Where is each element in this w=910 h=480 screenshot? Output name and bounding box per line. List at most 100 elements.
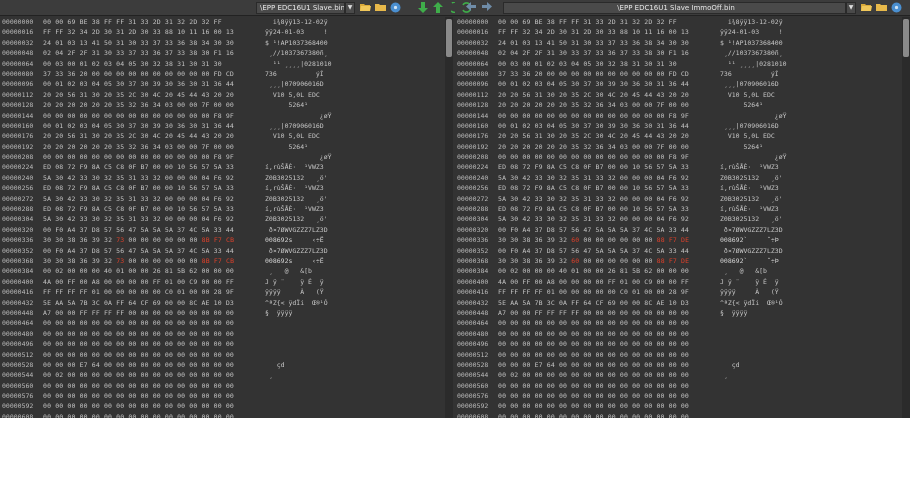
hex-byte[interactable]: 00 bbox=[153, 257, 165, 265]
row-ascii[interactable]: í,rùŠÅÈ· ¹VWZ3 bbox=[265, 162, 324, 172]
row-hex-bytes[interactable]: 5A 30 42 33 30 32 35 31 33 32 00 00 00 0… bbox=[43, 173, 234, 183]
row-ascii[interactable]: Z0B3025132 ¸ö' bbox=[265, 194, 328, 204]
row-ascii[interactable]: ¸//1037367380ñ¸ bbox=[265, 48, 328, 58]
row-ascii[interactable]: V10 5,0L EDC bbox=[265, 90, 320, 100]
row-hex-bytes[interactable]: 00 03 00 01 02 03 04 05 30 32 38 31 30 3… bbox=[498, 59, 677, 69]
row-ascii[interactable]: í,rùŠÅÈ· ¹VWZ3 bbox=[265, 204, 324, 214]
hex-byte[interactable]: 30 bbox=[498, 236, 510, 244]
row-ascii[interactable]: 736 ýÍ bbox=[265, 69, 324, 79]
hex-byte[interactable]: 30 bbox=[510, 257, 522, 265]
row-ascii[interactable]: 736 ýÍ bbox=[720, 69, 779, 79]
row-ascii[interactable]: Z0B3025132 ¸ö' bbox=[720, 173, 783, 183]
row-hex-bytes[interactable]: 00 00 00 00 00 00 00 00 00 00 00 00 00 0… bbox=[498, 350, 689, 360]
hex-byte[interactable]: 00 bbox=[620, 236, 632, 244]
row-ascii[interactable]: Z0B3025132 ¸ö' bbox=[720, 194, 783, 204]
hex-byte[interactable]: 00 bbox=[189, 257, 201, 265]
row-ascii[interactable]: í,rùŠÅÈ· ¹VWZ3 bbox=[720, 183, 779, 193]
row-ascii[interactable]: $ ¹!AP1037368400 bbox=[720, 38, 783, 48]
hex-byte[interactable]: 30 bbox=[43, 236, 55, 244]
row-ascii[interactable]: § ÿÿÿÿ bbox=[720, 308, 747, 318]
row-ascii[interactable]: ¿øŸ bbox=[265, 111, 332, 121]
row-ascii[interactable]: ¿øŸ bbox=[720, 152, 787, 162]
row-hex-bytes[interactable]: FF FF FF FF 01 00 00 00 00 00 C0 01 00 0… bbox=[498, 287, 689, 297]
row-ascii[interactable]: ^ªZ{< ÿdÏi Œ®¹Ó bbox=[720, 298, 783, 308]
row-hex-bytes[interactable]: 24 01 03 13 41 50 31 30 33 37 33 36 38 3… bbox=[498, 38, 689, 48]
row-hex-bytes[interactable]: 00 00 00 00 00 00 00 00 00 00 00 00 00 0… bbox=[43, 339, 234, 349]
row-hex-bytes[interactable]: 00 00 00 00 00 00 00 00 00 00 00 00 00 0… bbox=[43, 329, 234, 339]
row-ascii[interactable]: ¿øŸ bbox=[720, 111, 787, 121]
disk-icon[interactable] bbox=[890, 2, 902, 14]
left-scrollbar[interactable] bbox=[445, 17, 453, 418]
row-ascii[interactable]: ¹¹ ¸¸¸¸|0281010 bbox=[720, 59, 787, 69]
row-ascii[interactable]: V10 5,0L EDC bbox=[720, 131, 775, 141]
hex-byte[interactable]: 38 bbox=[522, 257, 534, 265]
arrow-down-icon[interactable] bbox=[417, 2, 429, 14]
right-file-dropdown[interactable]: ▼ bbox=[846, 2, 856, 14]
hex-byte[interactable]: 36 bbox=[80, 236, 92, 244]
row-hex-bytes[interactable]: 00 00 69 BE 38 FF FF 31 33 2D 31 32 2D 3… bbox=[43, 17, 222, 27]
hex-byte[interactable]: CB bbox=[226, 236, 234, 244]
row-ascii[interactable]: 008692s ‹÷Ë bbox=[265, 256, 324, 266]
row-ascii[interactable]: $ ¹!AP1037368400 bbox=[265, 38, 328, 48]
disk-icon[interactable] bbox=[389, 2, 401, 14]
row-ascii[interactable]: V10 5,0L EDC bbox=[265, 131, 320, 141]
hex-byte[interactable]: F7 bbox=[214, 257, 226, 265]
hex-byte[interactable]: 73 bbox=[116, 236, 128, 244]
sync-icon[interactable] bbox=[448, 1, 455, 14]
arrow-left-icon[interactable] bbox=[465, 2, 477, 14]
row-ascii[interactable]: 5264¹ bbox=[265, 100, 316, 110]
hex-byte[interactable]: 00 bbox=[165, 236, 177, 244]
row-hex-bytes[interactable]: ED 08 72 F9 8A C5 C8 0F B7 00 00 10 56 5… bbox=[43, 204, 234, 214]
row-hex-bytes[interactable]: A7 00 00 FF FF FF FF 00 00 00 00 00 00 0… bbox=[498, 308, 689, 318]
row-hex-bytes[interactable]: 20 20 56 31 30 20 35 2C 30 4C 20 45 44 4… bbox=[498, 90, 689, 100]
row-ascii[interactable]: 008692` ˆ÷Þ bbox=[720, 235, 779, 245]
row-ascii[interactable]: ¿øŸ bbox=[265, 152, 332, 162]
row-ascii[interactable]: ¸¸¸|070906016D bbox=[265, 121, 324, 131]
hex-byte[interactable]: CB bbox=[226, 257, 234, 265]
hex-byte[interactable]: 00 bbox=[177, 257, 189, 265]
row-ascii[interactable]: ¸//1037367380ñ¸ bbox=[720, 48, 783, 58]
row-ascii[interactable]: ÿÿ24-01-03 ! bbox=[720, 27, 783, 37]
row-hex-bytes[interactable]: 00 02 00 00 00 00 00 00 00 00 00 00 00 0… bbox=[43, 370, 234, 380]
hex-byte[interactable]: 38 bbox=[522, 236, 534, 244]
row-hex-bytes[interactable]: 00 00 00 00 00 00 00 00 00 00 00 00 00 0… bbox=[498, 391, 689, 401]
hex-byte[interactable]: DE bbox=[681, 257, 689, 265]
row-ascii[interactable]: V10 5,0L EDC bbox=[720, 90, 775, 100]
row-hex-bytes[interactable]: 20 20 56 31 30 20 35 2C 30 4C 20 45 44 4… bbox=[43, 90, 234, 100]
row-hex-bytes[interactable]: 00 02 00 00 00 40 01 00 00 26 81 5B 62 0… bbox=[498, 266, 689, 276]
row-hex-bytes[interactable]: ED 08 72 F9 8A C5 C8 0F B7 00 00 10 56 5… bbox=[498, 183, 689, 193]
row-ascii[interactable]: ¸¸¸|070906016D bbox=[720, 79, 779, 89]
row-hex-bytes[interactable]: 00 00 00 00 00 00 00 00 00 00 00 00 00 0… bbox=[498, 401, 689, 411]
hex-byte[interactable]: F7 bbox=[669, 257, 681, 265]
hex-byte[interactable]: 00 bbox=[596, 257, 608, 265]
row-ascii[interactable]: ^ªZ{< ÿdÏi Œ®¹Ó bbox=[265, 298, 328, 308]
right-file-path-field[interactable]: \EPP EDC16U1 Slave ImmoOff.bin bbox=[503, 2, 846, 14]
row-hex-bytes[interactable]: 00 00 00 00 00 00 00 00 00 00 00 00 00 0… bbox=[498, 339, 689, 349]
row-hex-bytes[interactable]: ED 08 72 F9 8A C5 C8 0F B7 00 00 10 56 5… bbox=[498, 162, 689, 172]
hex-byte[interactable]: 32 bbox=[104, 257, 116, 265]
row-hex-bytes[interactable]: 00 F0 A4 37 D8 57 56 47 5A 5A 5A 37 4C 5… bbox=[43, 225, 234, 235]
row-ascii[interactable]: 5264¹ bbox=[265, 142, 316, 152]
row-ascii[interactable]: 008692s ‹÷Ë bbox=[265, 235, 324, 245]
row-hex-bytes[interactable]: 5A 30 42 33 30 32 35 31 33 32 00 00 00 0… bbox=[43, 194, 234, 204]
row-hex-bytes[interactable]: 5A 30 42 33 30 32 35 31 33 32 00 00 00 0… bbox=[498, 173, 689, 183]
hex-byte[interactable]: F7 bbox=[669, 236, 681, 244]
row-hex-bytes[interactable]: 20 20 20 20 20 20 35 32 36 34 03 00 00 7… bbox=[43, 100, 234, 110]
hex-byte[interactable]: 32 bbox=[104, 236, 116, 244]
hex-byte[interactable]: 00 bbox=[596, 236, 608, 244]
row-hex-bytes[interactable]: 00 01 02 03 04 05 30 37 30 39 30 36 30 3… bbox=[43, 121, 234, 131]
row-hex-bytes[interactable]: 00 00 00 00 00 00 00 00 00 00 00 00 00 0… bbox=[43, 350, 234, 360]
row-hex-bytes[interactable]: 00 F0 A4 37 D8 57 56 47 5A 5A 5A 37 4C 5… bbox=[498, 225, 689, 235]
row-ascii[interactable]: Z0B3025132 ¸ö' bbox=[265, 214, 328, 224]
hex-byte[interactable]: 00 bbox=[128, 236, 140, 244]
hex-byte[interactable]: 8B bbox=[202, 236, 214, 244]
row-ascii[interactable]: çd bbox=[265, 360, 285, 370]
row-hex-bytes[interactable]: 00 00 00 00 00 00 00 00 00 00 00 00 00 0… bbox=[43, 401, 234, 411]
row-ascii[interactable]: çd bbox=[720, 360, 740, 370]
hex-byte[interactable]: 36 bbox=[535, 236, 547, 244]
row-hex-bytes[interactable]: 00 00 00 00 00 00 00 00 00 00 00 00 00 0… bbox=[498, 152, 689, 162]
row-hex-bytes[interactable]: ED 08 72 F9 8A C5 C8 0F B7 00 00 10 56 5… bbox=[43, 183, 234, 193]
row-hex-bytes[interactable]: 00 02 00 00 00 00 00 00 00 00 00 00 00 0… bbox=[498, 370, 689, 380]
hex-byte[interactable]: 60 bbox=[571, 236, 583, 244]
row-hex-bytes[interactable]: 20 20 20 20 20 20 35 32 36 34 03 00 00 7… bbox=[498, 142, 689, 152]
